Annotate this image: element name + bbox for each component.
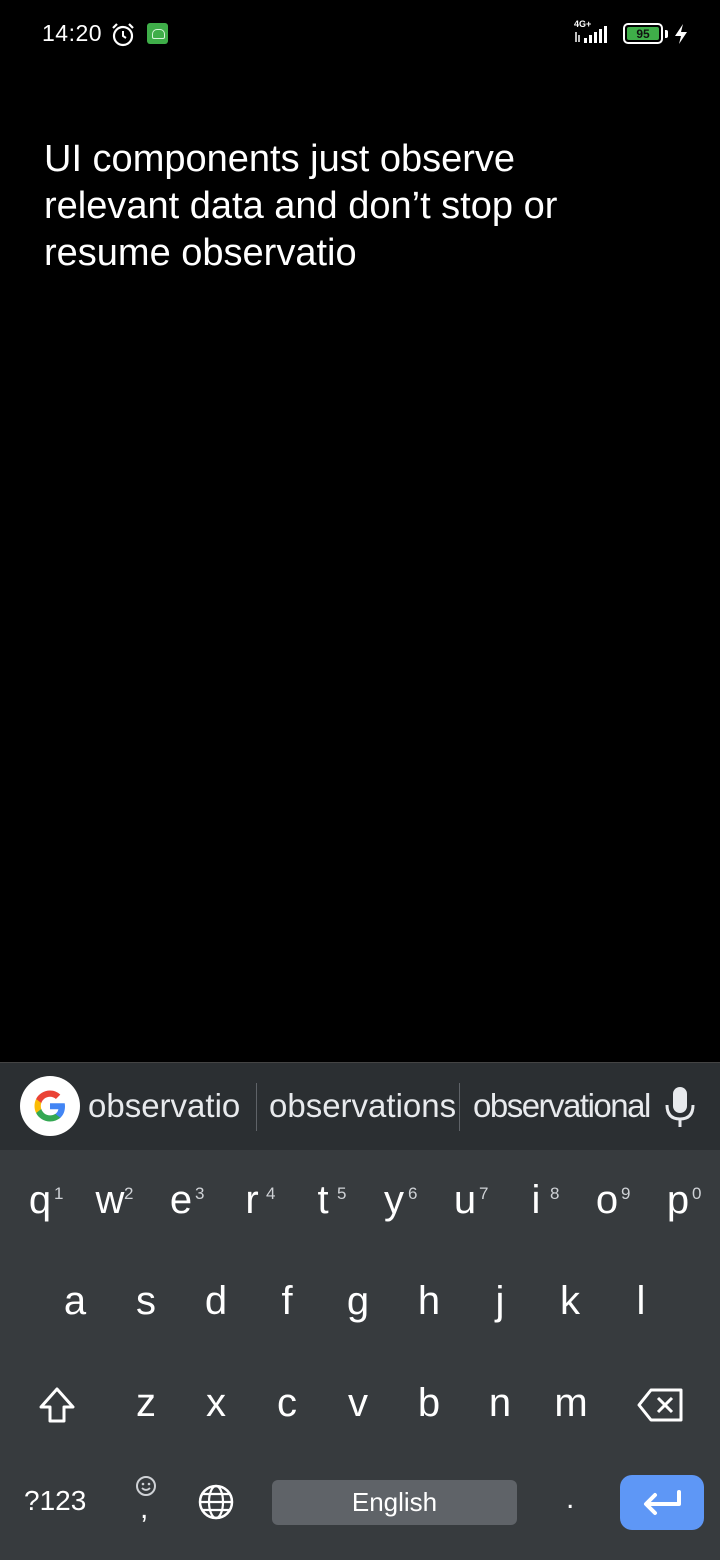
key-k[interactable]: k [535, 1276, 605, 1326]
key-r[interactable]: r4 [217, 1175, 287, 1225]
key-b[interactable]: b [394, 1378, 464, 1428]
battery-level: 95 [627, 27, 659, 41]
key-hint: 9 [621, 1184, 631, 1203]
battery-icon: 95 [623, 23, 663, 44]
signal-icon [575, 26, 607, 43]
text-editor[interactable]: UI components just observe relevant data… [44, 136, 684, 277]
divider [256, 1083, 257, 1131]
key-o[interactable]: o9 [572, 1175, 642, 1225]
enter-icon [644, 1489, 681, 1515]
google-icon[interactable] [20, 1076, 80, 1136]
key-z[interactable]: z [111, 1378, 181, 1428]
shift-icon [39, 1387, 75, 1423]
app-notification-icon [147, 23, 168, 44]
key-label: t [317, 1178, 329, 1222]
suggestion-item[interactable]: observations [269, 1087, 456, 1125]
comma-label: , [140, 1492, 149, 1525]
key-e[interactable]: e3 [146, 1175, 216, 1225]
key-hint: 3 [195, 1184, 205, 1203]
key-hint: 5 [337, 1184, 347, 1203]
suggestion-item[interactable]: observatio [88, 1087, 240, 1125]
text-line: UI components just observe [44, 138, 516, 180]
key-d[interactable]: d [181, 1276, 251, 1326]
key-h[interactable]: h [394, 1276, 464, 1326]
divider [459, 1083, 460, 1131]
key-v[interactable]: v [323, 1378, 393, 1428]
key-m[interactable]: m [536, 1378, 606, 1428]
key-a[interactable]: a [40, 1276, 110, 1326]
suggestion-item[interactable]: observational [473, 1087, 651, 1125]
key-hint: 0 [692, 1184, 702, 1203]
key-w[interactable]: w2 [75, 1175, 145, 1225]
key-c[interactable]: c [252, 1378, 322, 1428]
shift-key[interactable] [32, 1380, 82, 1430]
key-hint: 2 [124, 1184, 134, 1203]
key-hint: 7 [479, 1184, 489, 1203]
status-bar: 14:20 4G+ 95 [0, 0, 720, 70]
key-u[interactable]: u7 [430, 1175, 500, 1225]
google-g-icon [34, 1090, 65, 1122]
status-time: 14:20 [42, 20, 103, 46]
backspace-icon [637, 1388, 683, 1422]
comma-key[interactable]: , [128, 1474, 164, 1530]
key-x[interactable]: x [181, 1378, 251, 1428]
key-label: p [666, 1178, 690, 1222]
suggestion-bar: observatio observations observational [0, 1062, 720, 1150]
backspace-key[interactable] [636, 1380, 686, 1430]
key-label: r [245, 1178, 259, 1222]
key-f[interactable]: f [252, 1276, 322, 1326]
symbols-key[interactable]: ?123 [24, 1485, 86, 1517]
space-key[interactable]: English [272, 1480, 517, 1525]
key-hint: 6 [408, 1184, 418, 1203]
key-label: o [595, 1178, 619, 1222]
key-label: q [28, 1178, 52, 1222]
key-hint: 4 [266, 1184, 276, 1203]
charging-icon [675, 24, 687, 44]
alarm-icon [112, 23, 134, 47]
soft-keyboard: observatio observations observational q1… [0, 1062, 720, 1560]
key-l[interactable]: l [606, 1276, 676, 1326]
key-hint: 1 [54, 1184, 64, 1203]
key-hint: 8 [550, 1184, 560, 1203]
key-i[interactable]: i8 [501, 1175, 571, 1225]
key-label: u [453, 1178, 477, 1222]
key-j[interactable]: j [465, 1276, 535, 1326]
key-p[interactable]: p0 [643, 1175, 713, 1225]
period-key[interactable]: . [566, 1482, 574, 1516]
enter-key[interactable] [620, 1475, 704, 1530]
microphone-icon[interactable] [660, 1085, 700, 1129]
key-label: y [384, 1178, 404, 1222]
key-y[interactable]: y6 [359, 1175, 429, 1225]
key-g[interactable]: g [323, 1276, 393, 1326]
battery-cap [665, 30, 668, 38]
globe-icon[interactable] [197, 1483, 235, 1521]
key-t[interactable]: t5 [288, 1175, 358, 1225]
text-line: resume observatio [44, 232, 357, 274]
key-label: w [95, 1178, 125, 1222]
key-label: e [169, 1178, 193, 1222]
key-label: i [531, 1178, 541, 1222]
key-n[interactable]: n [465, 1378, 535, 1428]
key-q[interactable]: q1 [5, 1175, 75, 1225]
key-s[interactable]: s [111, 1276, 181, 1326]
text-line: relevant data and don’t stop or [44, 185, 558, 227]
